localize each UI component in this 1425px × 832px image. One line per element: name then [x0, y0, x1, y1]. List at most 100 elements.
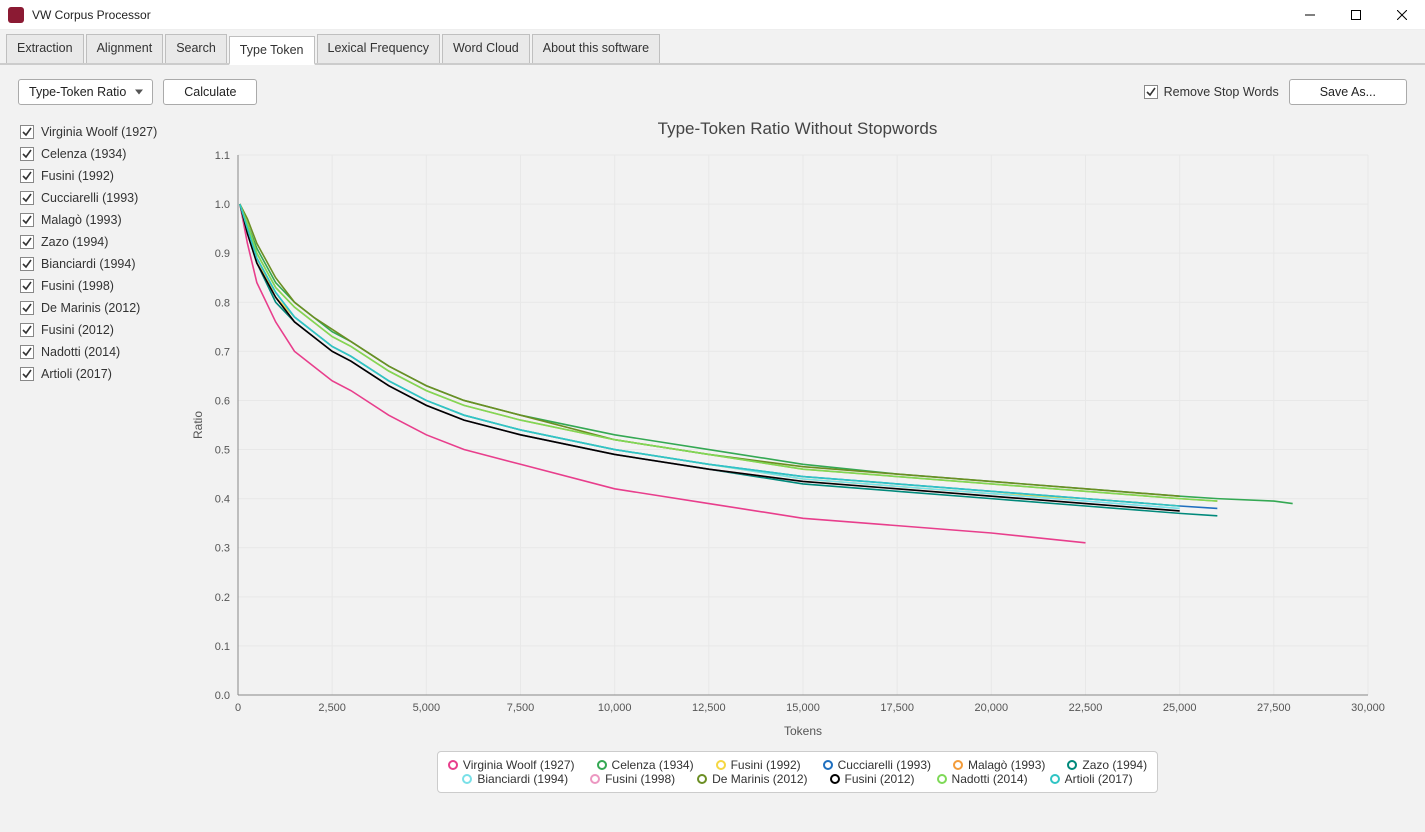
maximize-button[interactable] [1333, 0, 1379, 30]
checkbox-icon [20, 257, 34, 271]
series-toggle[interactable]: Zazo (1994) [20, 231, 188, 253]
checkbox-icon [20, 323, 34, 337]
legend-item[interactable]: Nadotti (2014) [937, 772, 1028, 786]
checkbox-icon [20, 125, 34, 139]
series-toggle[interactable]: Fusini (2012) [20, 319, 188, 341]
series-label: Celenza (1934) [41, 147, 126, 161]
series-toggle[interactable]: Fusini (1998) [20, 275, 188, 297]
series-line [240, 204, 1180, 506]
svg-text:22,500: 22,500 [1069, 702, 1103, 714]
legend-label: Artioli (2017) [1065, 772, 1133, 786]
remove-stopwords-checkbox[interactable]: Remove Stop Words [1144, 85, 1279, 99]
minimize-button[interactable] [1287, 0, 1333, 30]
legend-dot-icon [462, 774, 472, 784]
svg-text:17,500: 17,500 [880, 702, 914, 714]
legend-dot-icon [448, 760, 458, 770]
series-toggle[interactable]: Nadotti (2014) [20, 341, 188, 363]
svg-text:0.8: 0.8 [215, 297, 230, 309]
legend-item[interactable]: De Marinis (2012) [697, 772, 807, 786]
tab-type-token[interactable]: Type Token [229, 36, 315, 65]
series-label: Artioli (2017) [41, 367, 112, 381]
series-label: Cucciarelli (1993) [41, 191, 138, 205]
svg-text:5,000: 5,000 [413, 702, 441, 714]
svg-text:1.1: 1.1 [215, 150, 230, 162]
checkbox-icon [20, 213, 34, 227]
series-line [240, 204, 1217, 508]
save-as-button[interactable]: Save As... [1289, 79, 1407, 105]
tab-lexical-frequency[interactable]: Lexical Frequency [317, 34, 440, 63]
legend-item[interactable]: Virginia Woolf (1927) [448, 758, 575, 772]
series-label: Nadotti (2014) [41, 345, 120, 359]
legend-item[interactable]: Artioli (2017) [1050, 772, 1133, 786]
series-label: Fusini (1998) [41, 279, 114, 293]
series-line [240, 204, 1180, 508]
legend-label: Fusini (1998) [605, 772, 675, 786]
legend-label: De Marinis (2012) [712, 772, 807, 786]
svg-text:25,000: 25,000 [1163, 702, 1197, 714]
tab-search[interactable]: Search [165, 34, 227, 63]
svg-text:10,000: 10,000 [598, 702, 632, 714]
series-label: Zazo (1994) [41, 235, 108, 249]
legend-item[interactable]: Zazo (1994) [1067, 758, 1147, 772]
svg-text:Ratio: Ratio [191, 411, 205, 439]
svg-text:0.1: 0.1 [215, 641, 230, 653]
tab-about-this-software[interactable]: About this software [532, 34, 660, 63]
legend-label: Cucciarelli (1993) [838, 758, 931, 772]
checkbox-icon [20, 147, 34, 161]
series-toggle[interactable]: Fusini (1992) [20, 165, 188, 187]
svg-text:Tokens: Tokens [784, 724, 822, 738]
svg-text:0.4: 0.4 [215, 494, 230, 506]
chart-title: Type-Token Ratio Without Stopwords [188, 115, 1407, 145]
tabbar: ExtractionAlignmentSearchType TokenLexic… [0, 30, 1425, 65]
legend-dot-icon [1067, 760, 1077, 770]
tab-extraction[interactable]: Extraction [6, 34, 84, 63]
legend-item[interactable]: Cucciarelli (1993) [823, 758, 931, 772]
legend-item[interactable]: Malagò (1993) [953, 758, 1045, 772]
tab-alignment[interactable]: Alignment [86, 34, 164, 63]
legend-dot-icon [953, 760, 963, 770]
series-label: Fusini (1992) [41, 169, 114, 183]
series-toggle[interactable]: Bianciardi (1994) [20, 253, 188, 275]
svg-text:0.7: 0.7 [215, 346, 230, 358]
svg-text:0.5: 0.5 [215, 445, 230, 457]
series-label: Fusini (2012) [41, 323, 114, 337]
close-button[interactable] [1379, 0, 1425, 30]
series-line [240, 204, 1217, 516]
legend-label: Celenza (1934) [612, 758, 694, 772]
series-toggle[interactable]: Virginia Woolf (1927) [20, 121, 188, 143]
series-toggle[interactable]: Artioli (2017) [20, 363, 188, 385]
ratio-dropdown[interactable]: Type-Token Ratio [18, 79, 153, 105]
checkbox-icon [20, 191, 34, 205]
legend-dot-icon [716, 760, 726, 770]
titlebar: VW Corpus Processor [0, 0, 1425, 30]
window-title: VW Corpus Processor [32, 8, 1287, 22]
series-label: Virginia Woolf (1927) [41, 125, 157, 139]
series-label: De Marinis (2012) [41, 301, 140, 315]
svg-text:15,000: 15,000 [786, 702, 820, 714]
legend-item[interactable]: Fusini (1998) [590, 772, 675, 786]
legend-label: Zazo (1994) [1082, 758, 1147, 772]
legend-label: Fusini (1992) [731, 758, 801, 772]
series-label: Bianciardi (1994) [41, 257, 136, 271]
calculate-button[interactable]: Calculate [163, 79, 257, 105]
line-chart[interactable]: 02,5005,0007,50010,00012,50015,00017,500… [188, 145, 1388, 745]
legend-item[interactable]: Fusini (1992) [716, 758, 801, 772]
series-line [240, 204, 1086, 543]
legend-item[interactable]: Fusini (2012) [830, 772, 915, 786]
remove-stopwords-label: Remove Stop Words [1164, 85, 1279, 99]
legend-item[interactable]: Celenza (1934) [597, 758, 694, 772]
legend: Virginia Woolf (1927)Celenza (1934)Fusin… [437, 751, 1158, 793]
legend-label: Nadotti (2014) [952, 772, 1028, 786]
series-toggle[interactable]: Malagò (1993) [20, 209, 188, 231]
legend-item[interactable]: Bianciardi (1994) [462, 772, 568, 786]
checkbox-icon [20, 169, 34, 183]
legend-label: Malagò (1993) [968, 758, 1045, 772]
legend-label: Fusini (2012) [845, 772, 915, 786]
series-toggle[interactable]: Celenza (1934) [20, 143, 188, 165]
svg-text:27,500: 27,500 [1257, 702, 1291, 714]
series-toggle[interactable]: Cucciarelli (1993) [20, 187, 188, 209]
series-toggle[interactable]: De Marinis (2012) [20, 297, 188, 319]
checkbox-icon [20, 301, 34, 315]
tab-word-cloud[interactable]: Word Cloud [442, 34, 530, 63]
svg-text:2,500: 2,500 [318, 702, 346, 714]
